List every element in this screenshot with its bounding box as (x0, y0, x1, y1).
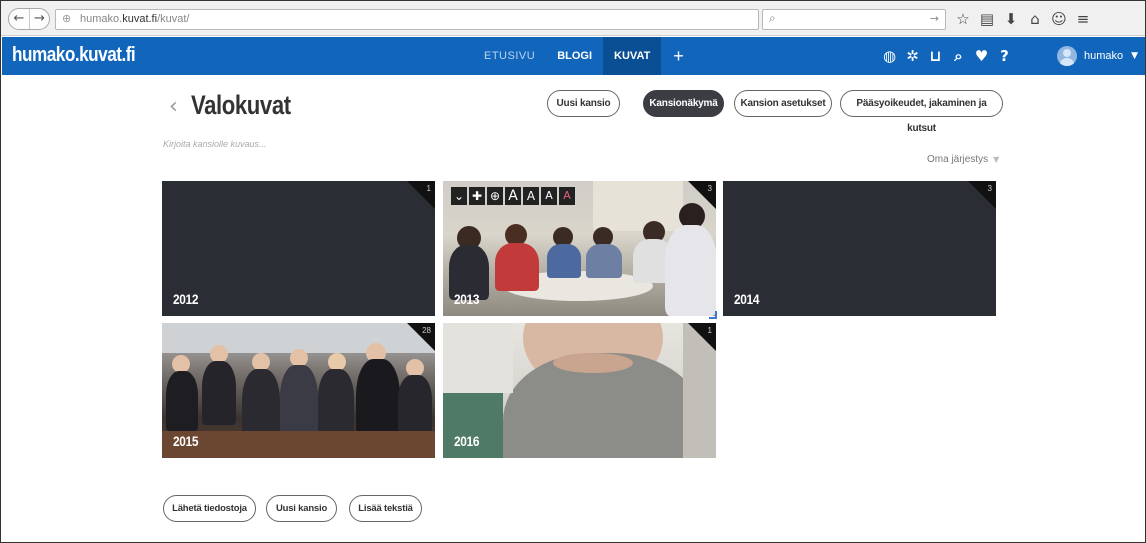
header-icons: ◍ ✲ ⊔ ⌕ ♥ ? (878, 37, 1016, 75)
upload-files-button[interactable]: Lähetä tiedostoja (163, 495, 256, 522)
sort-dropdown[interactable]: Oma järjestys ▼ (927, 154, 999, 165)
globe-icon[interactable]: ◍ (878, 47, 901, 65)
resize-handle[interactable] (709, 311, 717, 319)
nav-add-page[interactable]: + (661, 37, 696, 75)
browser-toolbar: ← → ⊕ humako.kuvat.fi/kuvat/ ↻ ⌕ → ☆ ▤ ⬇… (1, 1, 1145, 36)
folder-tile-2016[interactable]: 1 2016 (443, 323, 716, 458)
site-logo[interactable]: humako.kuvat.fi (12, 44, 136, 67)
access-rights-button[interactable]: Pääsyoikeudet, jakaminen ja kutsut (840, 90, 1003, 134)
gear-icon[interactable]: ✲ (901, 47, 924, 65)
nav-etusivu[interactable]: ETUSIVU (473, 37, 546, 75)
nav-kuvat[interactable]: KUVAT (603, 37, 662, 75)
chat-icon[interactable]: ☺ (1047, 9, 1071, 29)
font-size-large-button[interactable]: A (505, 187, 521, 205)
go-arrow-icon[interactable]: → (930, 12, 939, 25)
folder-label: 2012 (173, 291, 199, 307)
sort-label: Oma järjestys (927, 154, 989, 165)
browser-toolbar-icons: ☆ ▤ ⬇ ⌂ ☺ ≡ (951, 9, 1095, 29)
bookmark-star-icon[interactable]: ☆ (951, 9, 975, 29)
user-name: humako (1084, 50, 1124, 62)
folder-tile-2012[interactable]: 1 2012 (162, 181, 435, 316)
image-edit-toolbar: ⌄ ✚ ⊕ A A A A (451, 187, 575, 205)
back-arrow-icon[interactable]: ← (9, 9, 29, 29)
font-size-medium-button[interactable]: A (523, 187, 539, 205)
heart-icon[interactable]: ♥ (970, 47, 993, 65)
nav-blogi[interactable]: BLOGI (546, 37, 603, 75)
folder-count: 3 (707, 184, 712, 193)
folder-count: 3 (987, 184, 992, 193)
menu-icon[interactable]: ≡ (1071, 9, 1095, 29)
collapse-chevron-icon[interactable]: ⌄ (451, 187, 467, 205)
folder-cover-photo (443, 323, 716, 458)
font-size-small-button[interactable]: A (541, 187, 557, 205)
address-bar[interactable]: ⊕ humako.kuvat.fi/kuvat/ ↻ (55, 9, 798, 30)
folder-view-button[interactable]: Kansionäkymä (643, 90, 724, 117)
bottom-new-folder-button[interactable]: Uusi kansio (266, 495, 337, 522)
folder-tile-2013[interactable]: ⌄ ✚ ⊕ A A A A 3 2013 (443, 181, 716, 316)
url-path: /kuvat/ (157, 13, 190, 25)
add-text-button[interactable]: Lisää tekstiä (349, 495, 422, 522)
browser-window: ← → ⊕ humako.kuvat.fi/kuvat/ ↻ ⌕ → ☆ ▤ ⬇… (0, 0, 1146, 543)
caret-down-icon: ▼ (993, 155, 1000, 164)
reading-list-icon[interactable]: ▤ (975, 9, 999, 29)
search-icon: ⌕ (769, 11, 776, 25)
url-prefix: humako. (80, 13, 123, 25)
main-navigation: ETUSIVU BLOGI KUVAT + (473, 37, 696, 75)
folder-cover-photo (162, 323, 435, 458)
browser-search-field[interactable]: ⌕ → (762, 9, 946, 30)
caret-down-icon: ▼ (1131, 51, 1139, 61)
page-title: Valokuvat (191, 90, 291, 120)
back-link[interactable]: ‹ (169, 94, 178, 119)
folder-label: 2015 (173, 433, 199, 449)
home-icon[interactable]: ⌂ (1023, 9, 1047, 29)
url-domain: kuvat.fi (122, 13, 158, 25)
font-color-button[interactable]: A (559, 187, 575, 205)
folder-label: 2016 (454, 433, 480, 449)
search-icon[interactable]: ⌕ (947, 47, 970, 65)
zoom-icon[interactable]: ⊕ (487, 187, 503, 205)
folder-settings-button[interactable]: Kansion asetukset (734, 90, 832, 117)
browser-nav-buttons: ← → (8, 8, 50, 30)
site-header: humako.kuvat.fi ETUSIVU BLOGI KUVAT + ◍ … (2, 37, 1145, 75)
folder-count: 28 (422, 326, 431, 335)
forward-arrow-icon[interactable]: → (29, 9, 49, 29)
folder-label: 2013 (454, 291, 480, 307)
folder-label: 2014 (734, 291, 760, 307)
folder-count: 1 (707, 326, 712, 335)
help-icon[interactable]: ? (993, 47, 1016, 65)
new-folder-button[interactable]: Uusi kansio (547, 90, 620, 117)
folder-description-input[interactable]: Kirjoita kansiolle kuvaus... (163, 139, 267, 149)
folder-tile-2014[interactable]: 3 2014 (723, 181, 996, 316)
user-menu[interactable]: humako ▼ (1057, 46, 1138, 66)
avatar (1057, 46, 1077, 66)
move-icon[interactable]: ✚ (469, 187, 485, 205)
cart-icon[interactable]: ⊔ (924, 47, 947, 65)
folder-tile-2015[interactable]: 28 2015 (162, 323, 435, 458)
site-info-icon[interactable]: ⊕ (62, 10, 71, 29)
download-icon[interactable]: ⬇ (999, 9, 1023, 29)
folder-count: 1 (426, 184, 431, 193)
